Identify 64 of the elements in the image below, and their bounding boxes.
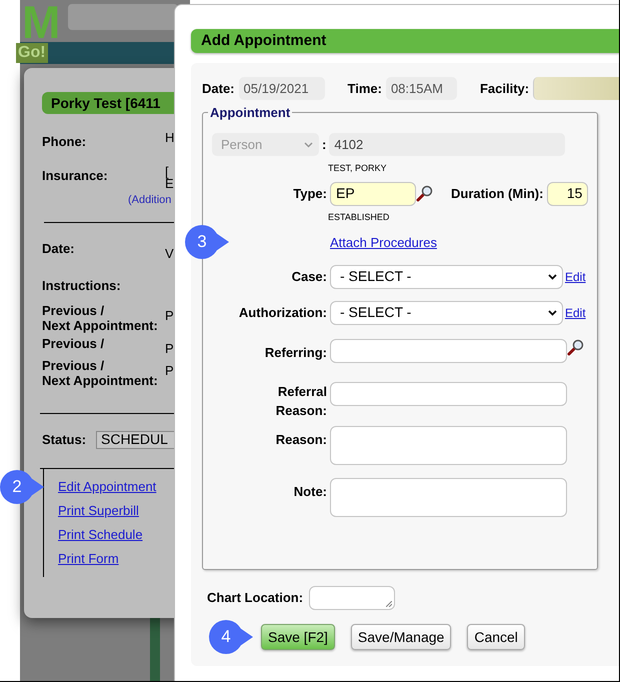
field-label: Previous / Next Appointment: — [42, 303, 159, 333]
type-description: ESTABLISHED — [328, 212, 390, 222]
popup-link[interactable]: Edit Appointment — [58, 478, 156, 494]
logo-letter: M — [22, 0, 60, 44]
select-field[interactable]: - SELECT - — [330, 264, 563, 288]
facility-field[interactable] — [533, 77, 620, 100]
date-field[interactable]: 05/19/2021 — [238, 77, 325, 100]
popup-link[interactable]: Print Schedule — [58, 526, 143, 542]
chart-location-field[interactable] — [309, 586, 396, 610]
field-label: Facility: — [480, 80, 530, 98]
referring-field[interactable] — [330, 338, 567, 362]
field-label: Phone: — [42, 133, 88, 151]
dialog-button[interactable]: Cancel — [467, 624, 525, 650]
field-label: Duration (Min): — [451, 184, 544, 203]
field-value: V — [165, 245, 174, 260]
field-label: Reason: — [276, 432, 327, 446]
step-callout: 4 — [209, 620, 253, 654]
note-field[interactable] — [330, 478, 567, 516]
edit-link[interactable]: Edit — [565, 268, 586, 286]
step-callout: 2 — [0, 470, 44, 504]
field-label: Instructions: — [42, 278, 122, 293]
person-id-field[interactable]: 4102 — [329, 133, 566, 156]
field-value: P — [165, 307, 174, 325]
chevron-icon — [304, 142, 313, 148]
time-field[interactable]: 08:15AM — [386, 77, 457, 100]
step-callout: 3 — [185, 225, 229, 259]
select-field[interactable]: - SELECT - — [330, 300, 563, 324]
popup-link[interactable]: Print Superbill — [58, 502, 139, 518]
field-value: H — [165, 132, 174, 147]
type-field[interactable]: EP — [330, 182, 416, 206]
logo-tagline: Go! — [16, 43, 48, 63]
field-value: P — [165, 362, 174, 380]
field-label: Referring: — [264, 344, 327, 360]
dialog-title: Add Appointment — [191, 29, 620, 53]
field-label: Previous / Next Appointment: — [42, 358, 159, 388]
field-label: Case: — [292, 268, 327, 284]
attach-procedures-link[interactable]: Attach Procedures — [330, 235, 437, 250]
dialog-button[interactable]: Save/Manage — [350, 624, 452, 650]
field-label: Previous / — [42, 336, 106, 353]
field-label: Referral Reason: — [276, 384, 327, 418]
separator-colon: : — [322, 136, 326, 154]
chevron-icon — [548, 310, 557, 316]
field-label: Note: — [294, 484, 327, 498]
field-label: Chart Location: — [207, 589, 304, 608]
field-value: [ E — [165, 166, 174, 190]
reason-field[interactable] — [330, 426, 567, 464]
field-label: Date: — [42, 241, 76, 258]
person-name: TEST, PORKY — [328, 163, 387, 173]
chevron-icon — [548, 274, 557, 280]
additional-insurance-link[interactable]: (Addition — [128, 192, 172, 208]
search-icon[interactable] — [416, 185, 433, 202]
field-label: Type: — [293, 186, 327, 201]
field-label: Insurance: — [42, 166, 109, 184]
duration-field[interactable]: 15 — [547, 182, 588, 206]
search-icon[interactable] — [567, 338, 584, 356]
field-label: Authorization: — [238, 304, 327, 320]
resize-grip-icon — [386, 601, 392, 607]
dialog-button[interactable]: Save [F2] — [261, 624, 335, 650]
field-label: Status: — [42, 431, 88, 449]
popup-link[interactable]: Print Form — [58, 550, 119, 566]
field-label: Time: — [348, 80, 382, 98]
edit-link[interactable]: Edit — [565, 304, 586, 322]
field-value: P — [165, 340, 174, 355]
referral-reason-field[interactable] — [330, 382, 567, 406]
